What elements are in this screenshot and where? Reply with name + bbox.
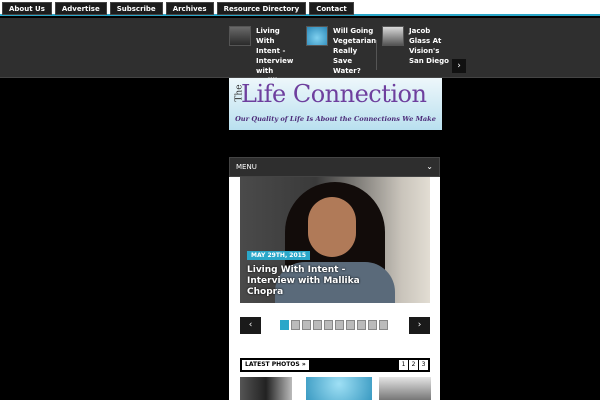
latest-photo-thumbnail[interactable] bbox=[306, 377, 372, 400]
site-logo[interactable]: The Life Connection Our Quality of Life … bbox=[229, 78, 442, 130]
slide-date-badge: MAY 29TH, 2015 bbox=[247, 251, 311, 260]
page-button-2[interactable]: 2 bbox=[409, 360, 418, 370]
ticker-divider bbox=[376, 40, 377, 70]
ticker-thumbnail bbox=[382, 26, 404, 46]
menu-toggle[interactable]: MENU ⌄ bbox=[229, 157, 440, 177]
ticker-item[interactable]: Jacob Glass At Vision's San Diego bbox=[382, 26, 450, 74]
slider-prev-button[interactable]: ‹ bbox=[240, 317, 261, 334]
slider-pager: ‹ › bbox=[240, 317, 430, 334]
nav-contact[interactable]: Contact bbox=[309, 2, 354, 15]
nav-archives[interactable]: Archives bbox=[165, 2, 214, 15]
nav-advertise[interactable]: Advertise bbox=[54, 2, 107, 15]
ticker-title: Jacob Glass At Vision's San Diego bbox=[409, 27, 449, 65]
slider-dot[interactable] bbox=[313, 320, 322, 330]
featured-slide[interactable]: MAY 29TH, 2015 Living With Intent - Inte… bbox=[240, 177, 430, 303]
featured-slider: MAY 29TH, 2015 Living With Intent - Inte… bbox=[229, 177, 440, 400]
slide-caption[interactable]: Living With Intent - Interview with Mall… bbox=[247, 265, 367, 298]
slider-dot[interactable] bbox=[357, 320, 366, 330]
latest-photos-text: LATEST PHOTOS bbox=[245, 361, 300, 368]
top-bar: About Us Advertise Subscribe Archives Re… bbox=[0, 0, 600, 16]
ticker-thumbnail bbox=[229, 26, 251, 46]
ticker-title: Will Going Vegetarian Really Save Water? bbox=[333, 27, 377, 75]
slider-dot[interactable] bbox=[302, 320, 311, 330]
slider-dot[interactable] bbox=[346, 320, 355, 330]
slider-dot[interactable] bbox=[291, 320, 300, 330]
chevron-down-icon: ⌄ bbox=[426, 162, 433, 171]
latest-photo-thumbnail[interactable] bbox=[379, 377, 431, 400]
latest-photo-thumbnail[interactable] bbox=[240, 377, 292, 400]
logo-wordmark: Life Connection bbox=[241, 80, 427, 108]
ticker-item[interactable]: Will Going Vegetarian Really Save Water? bbox=[306, 26, 377, 75]
slider-dots bbox=[280, 320, 388, 330]
nav-resource-directory[interactable]: Resource Directory bbox=[216, 2, 307, 15]
double-arrow-icon: » bbox=[301, 361, 306, 368]
nav-subscribe[interactable]: Subscribe bbox=[109, 2, 163, 15]
ticker-next-button[interactable]: › bbox=[452, 59, 466, 73]
slider-dot[interactable] bbox=[335, 320, 344, 330]
menu-label: MENU bbox=[236, 163, 257, 171]
slide-photo-face bbox=[308, 197, 356, 257]
latest-photos-bar: LATEST PHOTOS » 1 2 3 bbox=[240, 358, 430, 372]
page-button-1[interactable]: 1 bbox=[399, 360, 408, 370]
latest-photos-pagination: 1 2 3 bbox=[399, 360, 428, 370]
news-ticker: Living With Intent - Interview with Mall… bbox=[0, 18, 600, 95]
latest-photos-label[interactable]: LATEST PHOTOS » bbox=[242, 360, 309, 370]
slider-dot[interactable] bbox=[368, 320, 377, 330]
logo-life: Life bbox=[241, 80, 286, 108]
ticker-item[interactable]: Living With Intent - Interview with Mall… bbox=[229, 26, 297, 95]
slider-dot[interactable] bbox=[379, 320, 388, 330]
ticker-thumbnail bbox=[306, 26, 328, 46]
logo-tagline: Our Quality of Life Is About the Connect… bbox=[235, 115, 436, 123]
nav-about-us[interactable]: About Us bbox=[2, 2, 52, 15]
top-nav: About Us Advertise Subscribe Archives Re… bbox=[2, 2, 354, 15]
slider-dot[interactable] bbox=[324, 320, 333, 330]
slider-next-button[interactable]: › bbox=[409, 317, 430, 334]
logo-connection: Connection bbox=[292, 80, 427, 108]
ticker-title: Living With Intent - Interview with Mall… bbox=[256, 27, 294, 95]
page-button-3[interactable]: 3 bbox=[419, 360, 428, 370]
slider-dot[interactable] bbox=[280, 320, 289, 330]
